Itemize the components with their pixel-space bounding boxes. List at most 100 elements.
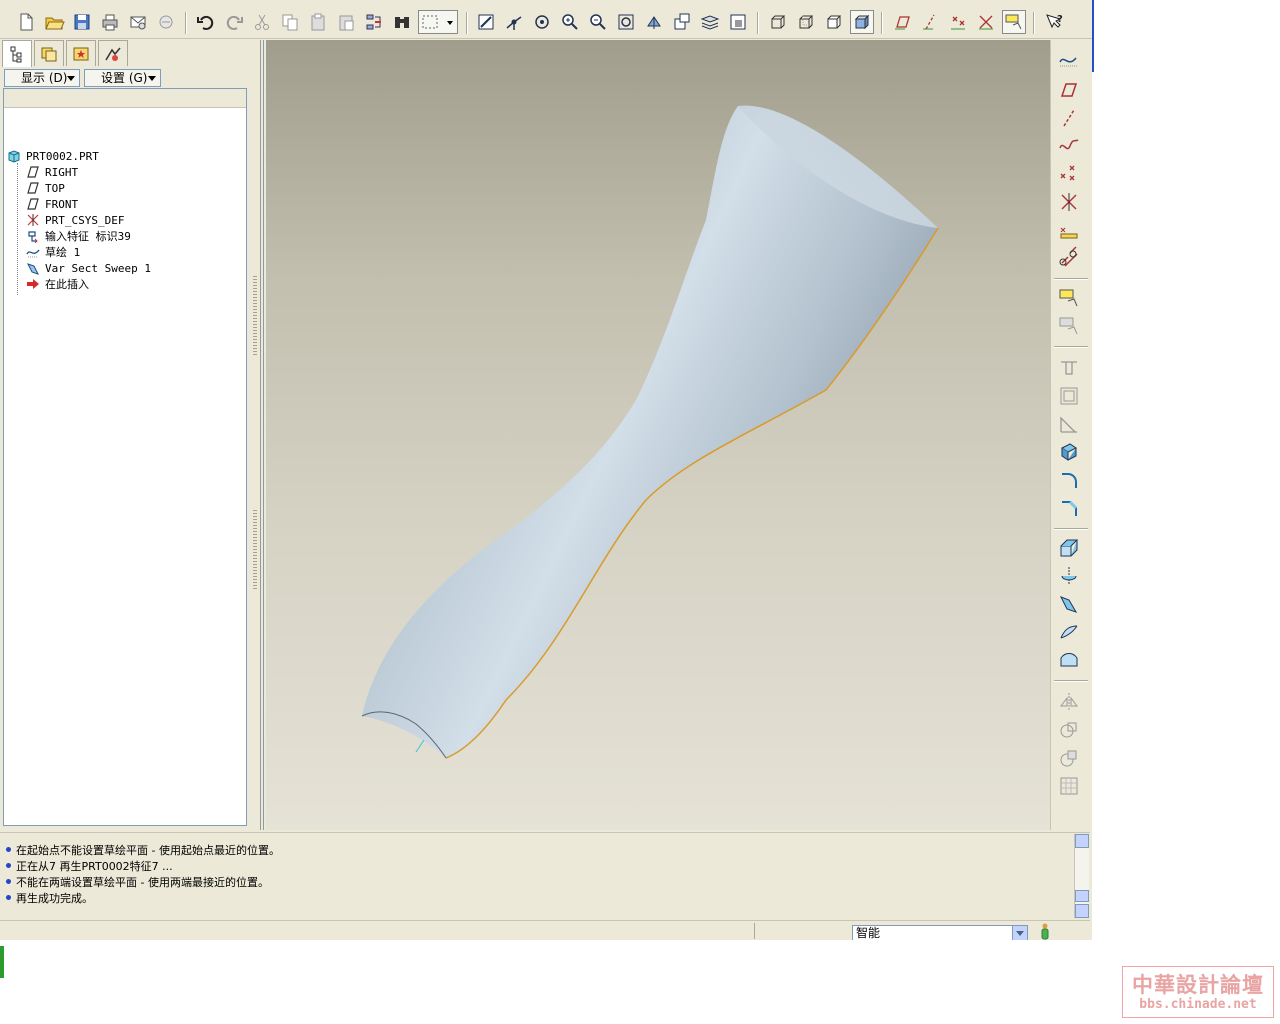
- save-icon[interactable]: [70, 10, 94, 34]
- datum-plane-icon: [26, 197, 40, 211]
- datum-planes-display-icon[interactable]: [890, 10, 914, 34]
- tree-item-csys[interactable]: PRT_CSYS_DEF: [26, 213, 124, 229]
- graphics-viewport[interactable]: [266, 40, 1050, 830]
- merge-tool-icon[interactable]: [1057, 718, 1083, 744]
- analysis-feature-icon[interactable]: [1057, 218, 1083, 244]
- chain-link-icon[interactable]: [1057, 246, 1083, 272]
- view-manager-icon[interactable]: [726, 10, 750, 34]
- extrude-tool-icon[interactable]: [1057, 536, 1083, 562]
- orient-mode-icon[interactable]: [530, 10, 554, 34]
- toolbar-separator: [1033, 12, 1035, 34]
- new-file-icon[interactable]: [14, 10, 38, 34]
- sketch-tool-icon[interactable]: [1057, 48, 1083, 74]
- open-folder-icon[interactable]: [42, 10, 66, 34]
- panel-splitter[interactable]: [250, 40, 266, 830]
- blend-tool-icon[interactable]: [1057, 620, 1083, 646]
- show-menu-button[interactable]: 显示 (D): [4, 69, 80, 87]
- coordinate-systems-display-icon[interactable]: [974, 10, 998, 34]
- send-mail-icon[interactable]: [126, 10, 150, 34]
- tree-item-var-sect-sweep[interactable]: Var Sect Sweep 1: [26, 261, 151, 277]
- shading-icon[interactable]: [850, 10, 874, 34]
- zoom-in-icon[interactable]: [558, 10, 582, 34]
- hidden-line-icon[interactable]: [794, 10, 818, 34]
- paste-special-icon[interactable]: [334, 10, 358, 34]
- traffic-light-icon[interactable]: [1038, 923, 1052, 940]
- selection-filter-select[interactable]: 智能: [852, 925, 1028, 940]
- toolbar-separator: [1054, 680, 1088, 682]
- datum-axes-display-icon[interactable]: [918, 10, 942, 34]
- annotation-feature-icon[interactable]: [1057, 286, 1083, 312]
- var-sect-sweep-tool-icon[interactable]: [1057, 592, 1083, 618]
- cut-icon[interactable]: [250, 10, 274, 34]
- trim-tool-icon[interactable]: [1057, 746, 1083, 772]
- settings-menu-button[interactable]: 设置 (G): [84, 69, 161, 87]
- toolbar-separator: [1054, 528, 1088, 530]
- tree-item-import-feature[interactable]: 输入特征 标识39: [26, 229, 131, 245]
- splitter-line: [260, 40, 261, 830]
- undo-icon[interactable]: [194, 10, 218, 34]
- watermark-title: 中華設計論壇: [1132, 973, 1264, 997]
- layers-icon[interactable]: [698, 10, 722, 34]
- insert-here-arrow-icon: [26, 277, 40, 291]
- datum-axis-tool-icon[interactable]: [1057, 106, 1083, 132]
- copy-icon[interactable]: [278, 10, 302, 34]
- datum-curve-tool-icon[interactable]: [1057, 134, 1083, 160]
- no-hidden-icon[interactable]: [822, 10, 846, 34]
- regenerate-icon[interactable]: [362, 10, 386, 34]
- var-sect-sweep-surface: [361, 105, 939, 759]
- zoom-out-icon[interactable]: [586, 10, 610, 34]
- annotation-display-icon[interactable]: [1002, 10, 1026, 34]
- chamfer-tool-icon[interactable]: [1057, 496, 1083, 522]
- mirror-tool-icon[interactable]: [1057, 690, 1083, 716]
- pattern-tool-icon[interactable]: [1057, 774, 1083, 800]
- datum-plane-tool-icon[interactable]: [1057, 78, 1083, 104]
- spin-center-icon[interactable]: [502, 10, 526, 34]
- tree-item-label: PRT_CSYS_DEF: [45, 214, 125, 227]
- reorient-icon[interactable]: [642, 10, 666, 34]
- status-divider: [754, 923, 755, 939]
- model-tree-tab[interactable]: [2, 40, 32, 67]
- saved-views-icon[interactable]: [670, 10, 696, 34]
- tree-item-insert-here[interactable]: 在此插入: [26, 277, 89, 293]
- print-icon[interactable]: [98, 10, 122, 34]
- paste-icon[interactable]: [306, 10, 330, 34]
- chevron-down-icon: [67, 76, 75, 81]
- round-tool-icon[interactable]: [1057, 468, 1083, 494]
- hole-tool-icon[interactable]: [1057, 356, 1083, 382]
- chevron-down-icon[interactable]: [1012, 926, 1027, 940]
- mail-link-icon[interactable]: [154, 10, 178, 34]
- datum-points-display-icon[interactable]: [946, 10, 970, 34]
- redo-icon[interactable]: [222, 10, 246, 34]
- context-help-icon[interactable]: ?: [1042, 10, 1066, 34]
- connections-tab[interactable]: [98, 40, 128, 66]
- selection-box-dropdown[interactable]: [418, 10, 458, 34]
- message-scrollbar[interactable]: [1074, 834, 1089, 918]
- tree-item-front-plane[interactable]: FRONT: [26, 197, 78, 213]
- annotation-feature-disabled-icon[interactable]: [1057, 314, 1083, 340]
- wireframe-icon[interactable]: [766, 10, 790, 34]
- csys-tool-icon[interactable]: [1057, 190, 1083, 216]
- tree-item-right-plane[interactable]: RIGHT: [26, 165, 78, 181]
- message-line: 正在从7 再生PRT0002特征7 ...: [6, 859, 173, 875]
- scroll-down-icon[interactable]: [1075, 904, 1089, 918]
- boundary-blend-icon[interactable]: [1057, 648, 1083, 674]
- folder-browser-tab[interactable]: [34, 40, 64, 66]
- datum-point-tool-icon[interactable]: [1057, 162, 1083, 188]
- rib-tool-icon[interactable]: [1057, 412, 1083, 438]
- tree-item-top-plane[interactable]: TOP: [26, 181, 65, 197]
- repaint-icon[interactable]: [474, 10, 498, 34]
- tree-item-part[interactable]: PRT0002.PRT: [7, 149, 99, 165]
- revolve-tool-icon[interactable]: [1057, 564, 1083, 590]
- favorites-tab[interactable]: [66, 40, 96, 66]
- find-binoculars-icon[interactable]: [390, 10, 414, 34]
- scroll-up-icon[interactable]: [1075, 834, 1089, 848]
- shell-tool-icon[interactable]: [1057, 384, 1083, 410]
- splitter-grip: [253, 276, 257, 356]
- scroll-thumb[interactable]: [1075, 890, 1089, 902]
- tree-item-sketch[interactable]: 草绘 1: [26, 245, 80, 261]
- draft-tool-icon[interactable]: [1057, 440, 1083, 466]
- tree-item-label: 在此插入: [45, 278, 89, 291]
- forum-watermark: 中華設計論壇 bbs.chinade.net: [1122, 966, 1274, 1018]
- refit-icon[interactable]: [614, 10, 638, 34]
- message-text: 不能在两端设置草绘平面 - 使用两端最接近的位置。: [16, 876, 269, 889]
